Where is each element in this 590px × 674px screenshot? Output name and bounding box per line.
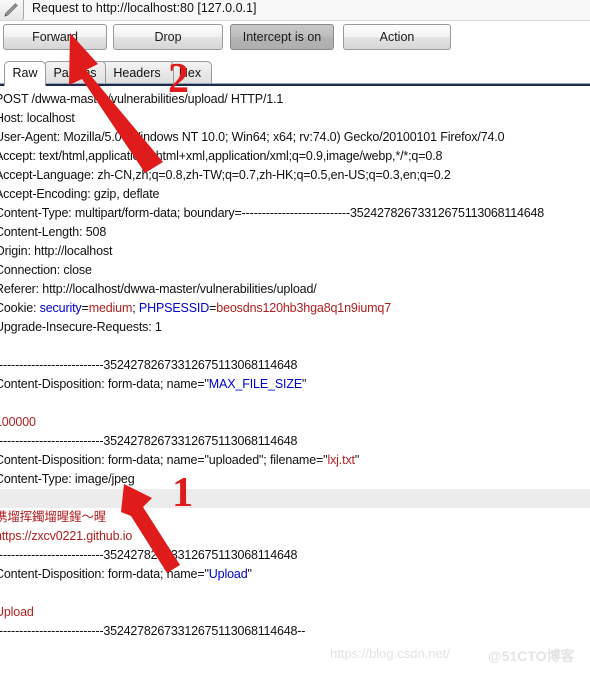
multipart-boundary-2: ---------------------------3524278267331… bbox=[0, 432, 590, 451]
header-origin: Origin: http://localhost bbox=[0, 244, 113, 258]
part-name-max-file-size: MAX_FILE_SIZE bbox=[208, 377, 303, 391]
content-disposition-prefix: Content-Disposition: form-data; name=" bbox=[0, 567, 209, 581]
header-accept: Accept: text/html,application/xhtml+xml,… bbox=[0, 149, 443, 163]
part-1-content-disposition: Content-Disposition: form-data; name="MA… bbox=[0, 375, 590, 394]
part-3-content-disposition: Content-Disposition: form-data; name="Up… bbox=[0, 565, 590, 584]
content-disposition-prefix: Content-Disposition: form-data; name="up… bbox=[0, 453, 328, 467]
boundary-value: 35242782673312675113068114648 bbox=[103, 434, 298, 448]
boundary-dashes: --------------------------- bbox=[241, 206, 350, 220]
multipart-boundary-final: ---------------------------3524278267331… bbox=[0, 622, 590, 641]
multipart-boundary-1: ---------------------------3524278267331… bbox=[0, 356, 590, 375]
boundary-value: 35242782673312675113068114648-- bbox=[103, 624, 306, 638]
header-accept-encoding: Accept-Encoding: gzip, deflate bbox=[0, 187, 160, 201]
page-title: Request to http://localhost:80 [127.0.0.… bbox=[32, 1, 257, 15]
header-content-length: Content-Length: 508 bbox=[0, 225, 107, 239]
part-3-value: Upload bbox=[0, 605, 34, 619]
cookie-prefix: Cookie: bbox=[0, 301, 37, 315]
cookie-value-phpsessid: beosdns120hb3hga8q1n9iumq7 bbox=[216, 301, 391, 315]
tab-raw[interactable]: Raw bbox=[4, 61, 46, 86]
watermark: https://blog.csdn.net/ @51CTO博客 bbox=[330, 646, 590, 668]
intercept-toggle-button[interactable]: Intercept is on bbox=[230, 24, 334, 50]
header-content-type-prefix: Content-Type: multipart/form-data; bound… bbox=[0, 206, 242, 220]
boundary-value: 35242782673312675113068114648 bbox=[103, 548, 298, 562]
content-disposition-suffix: " bbox=[302, 377, 307, 391]
header-content-type: Content-Type: multipart/form-data; bound… bbox=[0, 204, 590, 223]
boundary-dashes: --------------------------- bbox=[0, 624, 104, 638]
header-upgrade-insecure-requests: Upgrade-Insecure-Requests: 1 bbox=[0, 320, 162, 334]
annotation-marker-2: 2 bbox=[168, 56, 189, 102]
header-connection: Connection: close bbox=[0, 263, 92, 277]
action-button[interactable]: Action bbox=[343, 24, 451, 50]
part-name-upload: Upload bbox=[208, 567, 248, 581]
intercept-toolbar: Forward Drop Intercept is on Action bbox=[0, 21, 590, 57]
boundary-dashes: --------------------------- bbox=[0, 358, 104, 372]
blank-line-part-2-highlighted bbox=[0, 489, 590, 508]
content-disposition-suffix: " bbox=[247, 567, 252, 581]
window-title-bar: Request to http://localhost:80 [127.0.0.… bbox=[0, 0, 590, 21]
part-2-body-url: https://zxcv0221.github.io bbox=[0, 529, 133, 543]
watermark-url: https://blog.csdn.net/ bbox=[330, 646, 450, 661]
boundary-value: 35242782673312675113068114648 bbox=[350, 206, 544, 220]
blank-line-part-1 bbox=[0, 394, 590, 413]
content-disposition-prefix: Content-Disposition: form-data; name=" bbox=[0, 377, 209, 391]
header-referer: Referer: http://localhost/dwwa-master/vu… bbox=[0, 282, 317, 296]
blank-line-headers-end bbox=[0, 337, 590, 356]
part-2-body-garbled-text: 携塯挥鐲塯暒鍟〜暒 bbox=[0, 510, 107, 524]
cookie-value-security: medium bbox=[88, 301, 133, 315]
cookie-key-security: security bbox=[39, 301, 82, 315]
request-line: POST /dwwa-master/vulnerabilities/upload… bbox=[0, 92, 284, 106]
header-host: Host: localhost bbox=[0, 111, 75, 125]
forward-button[interactable]: Forward bbox=[3, 24, 107, 50]
annotation-marker-1: 1 bbox=[172, 470, 193, 516]
boundary-value: 35242782673312675113068114648 bbox=[103, 358, 298, 372]
watermark-brand: @51CTO博客 bbox=[488, 648, 575, 664]
part-2-content-disposition: Content-Disposition: form-data; name="up… bbox=[0, 451, 590, 470]
cookie-key-phpsessid: PHPSESSID bbox=[138, 301, 210, 315]
blank-line-part-3 bbox=[0, 584, 590, 603]
tab-headers[interactable]: Headers bbox=[100, 61, 174, 85]
header-cookie: Cookie: security=medium; PHPSESSID=beosd… bbox=[0, 299, 590, 318]
raw-request-editor[interactable]: POST /dwwa-master/vulnerabilities/upload… bbox=[0, 90, 590, 674]
cookie-eq-1: = bbox=[81, 301, 89, 315]
uploaded-filename: lxj.txt bbox=[327, 453, 355, 467]
message-view-tabs: Hex Headers Params Raw bbox=[0, 57, 590, 86]
drop-button[interactable]: Drop bbox=[113, 24, 223, 50]
content-disposition-suffix: " bbox=[354, 453, 360, 467]
multipart-boundary-3: ---------------------------3524278267331… bbox=[0, 546, 590, 565]
pencil-icon[interactable] bbox=[0, 0, 24, 20]
boundary-dashes: --------------------------- bbox=[0, 548, 104, 562]
cookie-separator: ; bbox=[132, 301, 139, 315]
part-2-content-type: Content-Type: image/jpeg bbox=[0, 472, 135, 486]
tab-strip-divider bbox=[0, 83, 590, 86]
header-accept-language: Accept-Language: zh-CN,zh;q=0.8,zh-TW;q=… bbox=[0, 168, 451, 182]
header-user-agent: User-Agent: Mozilla/5.0 (Windows NT 10.0… bbox=[0, 130, 505, 144]
tab-params[interactable]: Params bbox=[44, 61, 106, 85]
part-1-value: 100000 bbox=[0, 415, 36, 429]
boundary-dashes: --------------------------- bbox=[0, 434, 104, 448]
